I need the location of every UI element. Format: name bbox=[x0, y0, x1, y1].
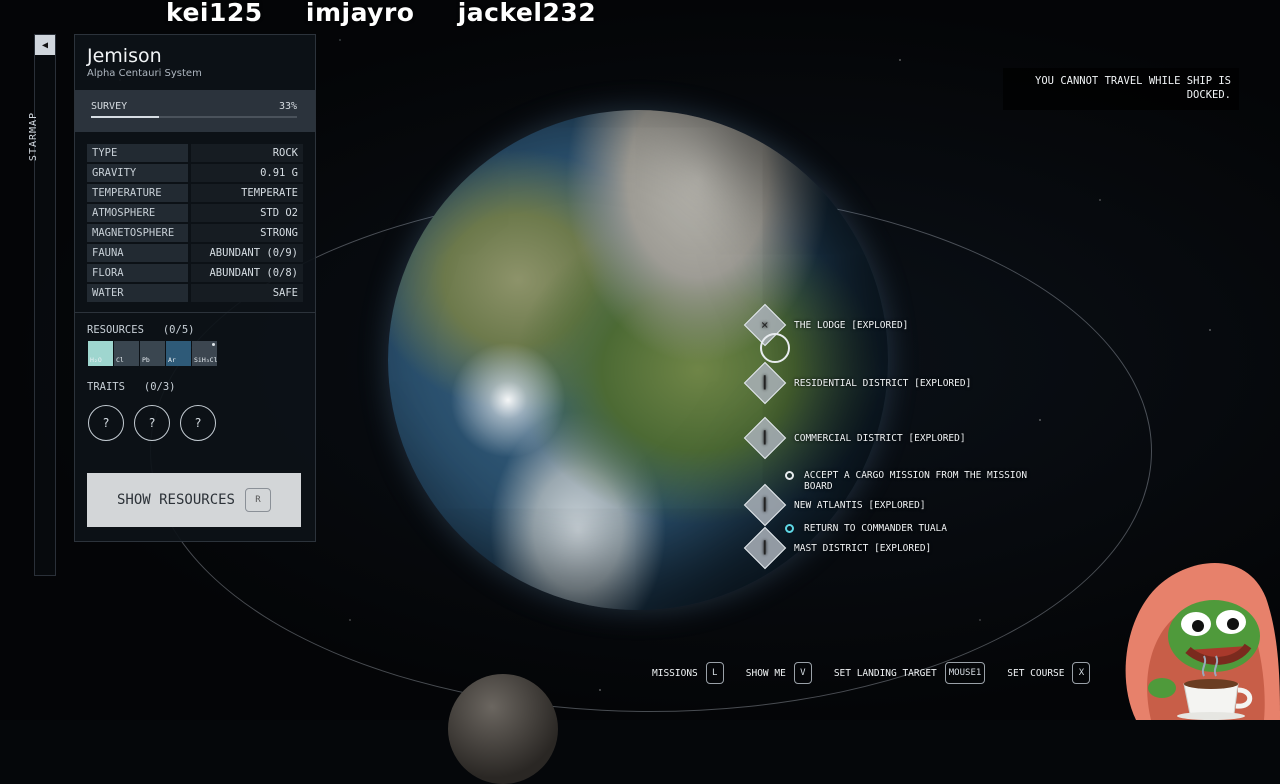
survey-track bbox=[91, 116, 297, 118]
marker-glyph: ✕ bbox=[761, 317, 769, 332]
stat-row: WATER SAFE bbox=[87, 284, 303, 302]
marker-glyph: ┃ bbox=[761, 430, 769, 445]
planet-stats-table: TYPE ROCK GRAVITY 0.91 G TEMPERATURE TEMPER… bbox=[87, 144, 303, 302]
marker-dot-icon bbox=[212, 343, 215, 346]
divider bbox=[75, 312, 315, 313]
chat-name: imjayro bbox=[305, 0, 415, 27]
resource-symbol: H₂O bbox=[90, 356, 102, 364]
trait-unknown[interactable]: ? bbox=[88, 405, 124, 441]
location-label: RESIDENTIAL DISTRICT [EXPLORED] bbox=[794, 377, 972, 389]
control-hints: MISSIONS L SHOW ME V SET LANDING TARGET … bbox=[652, 662, 1091, 684]
marker-glyph: ┃ bbox=[761, 540, 769, 555]
control-label: SET LANDING TARGET bbox=[833, 667, 937, 679]
mission-marker[interactable]: RETURN TO COMMANDER TUALA bbox=[785, 523, 1054, 534]
stat-value: ROCK bbox=[191, 144, 303, 162]
stat-row: MAGNETOSPHERE STRONG bbox=[87, 224, 303, 242]
starmap-label: STARMAP bbox=[28, 111, 40, 162]
resource-list: H₂O Cl Pb Ar SiH₃Cl bbox=[88, 341, 315, 366]
resource-symbol: SiH₃Cl bbox=[194, 356, 218, 364]
stat-row: GRAVITY 0.91 G bbox=[87, 164, 303, 182]
stat-value: ABUNDANT (0/9) bbox=[191, 244, 303, 262]
location-label: NEW ATLANTIS [EXPLORED] bbox=[794, 499, 926, 511]
location-marker[interactable]: ┃ MAST DISTRICT [EXPLORED] bbox=[743, 526, 932, 570]
district-marker-icon: ┃ bbox=[743, 526, 787, 570]
stat-key: FAUNA bbox=[87, 244, 188, 262]
stat-key: MAGNETOSPHERE bbox=[87, 224, 188, 242]
location-label: COMMERCIAL DISTRICT [EXPLORED] bbox=[794, 432, 966, 444]
survey-label: SURVEY bbox=[91, 101, 128, 112]
show-me-keybind[interactable]: V bbox=[793, 662, 812, 684]
stat-key: ATMOSPHERE bbox=[87, 204, 188, 222]
resource-symbol: Cl bbox=[116, 356, 124, 364]
stat-key: WATER bbox=[87, 284, 188, 302]
location-label: MAST DISTRICT [EXPLORED] bbox=[794, 542, 932, 554]
resource-symbol: Pb bbox=[142, 356, 150, 364]
docked-warning: YOU CANNOT TRAVEL WHILE SHIP IS DOCKED. bbox=[1003, 68, 1239, 110]
location-marker[interactable]: ┃ RESIDENTIAL DISTRICT [EXPLORED] bbox=[743, 361, 972, 405]
stat-value: STRONG bbox=[191, 224, 303, 242]
planet-name: Jemison bbox=[87, 45, 162, 67]
stat-key: GRAVITY bbox=[87, 164, 188, 182]
location-marker[interactable]: ┃ NEW ATLANTIS [EXPLORED] bbox=[743, 483, 926, 527]
survey-percent: 33% bbox=[278, 101, 297, 112]
resource-tile[interactable]: Cl bbox=[114, 341, 139, 366]
planet-info-panel: Jemison Alpha Centauri System SURVEY 33%… bbox=[74, 34, 316, 542]
mission-label: ACCEPT A CARGO MISSION FROM THE MISSION … bbox=[804, 470, 1028, 492]
mission-icon bbox=[785, 471, 794, 480]
chat-name: kei125 bbox=[166, 0, 263, 27]
stat-key: TYPE bbox=[87, 144, 188, 162]
traits-header: TRAITS (0/3) bbox=[87, 381, 176, 393]
stat-key: TEMPERATURE bbox=[87, 184, 188, 202]
resource-tile[interactable]: SiH₃Cl bbox=[192, 341, 217, 366]
marker-glyph: ┃ bbox=[761, 497, 769, 512]
show-resources-button[interactable]: SHOW RESOURCES R bbox=[87, 473, 301, 527]
landing-target-keybind[interactable]: MOUSE1 bbox=[944, 662, 986, 684]
moon[interactable] bbox=[448, 674, 558, 784]
district-marker-icon: ┃ bbox=[743, 416, 787, 460]
trait-unknown[interactable]: ? bbox=[180, 405, 216, 441]
survey-progress: SURVEY 33% bbox=[75, 90, 315, 132]
system-name: Alpha Centauri System bbox=[87, 68, 202, 79]
control-label: SET COURSE bbox=[1007, 667, 1065, 679]
control-label: SHOW ME bbox=[745, 667, 786, 679]
resource-tile[interactable]: Pb bbox=[140, 341, 165, 366]
chat-name: jackel232 bbox=[457, 0, 597, 27]
collapse-arrow-icon[interactable]: ◀ bbox=[35, 35, 55, 55]
stat-value: TEMPERATE bbox=[191, 184, 303, 202]
mission-label: RETURN TO COMMANDER TUALA bbox=[804, 523, 947, 534]
city-marker-icon: ┃ bbox=[743, 483, 787, 527]
show-resources-label: SHOW RESOURCES bbox=[116, 492, 235, 508]
marker-glyph: ┃ bbox=[761, 375, 769, 390]
pepe-emote-overlay bbox=[1125, 563, 1280, 720]
set-course-keybind[interactable]: X bbox=[1072, 662, 1091, 684]
missions-keybind[interactable]: L bbox=[705, 662, 724, 684]
stat-row: ATMOSPHERE STD O2 bbox=[87, 204, 303, 222]
stat-row: FAUNA ABUNDANT (0/9) bbox=[87, 244, 303, 262]
location-marker[interactable]: ┃ COMMERCIAL DISTRICT [EXPLORED] bbox=[743, 416, 966, 460]
stream-chat-names: kei125 imjayro jackel232 bbox=[166, 0, 630, 27]
stat-value: SAFE bbox=[191, 284, 303, 302]
stat-key: FLORA bbox=[87, 264, 188, 282]
resources-header: RESOURCES (0/5) bbox=[87, 324, 195, 336]
mission-icon bbox=[785, 524, 794, 533]
stat-row: TYPE ROCK bbox=[87, 144, 303, 162]
stat-row: FLORA ABUNDANT (0/8) bbox=[87, 264, 303, 282]
survey-fill bbox=[91, 116, 159, 118]
location-label: THE LODGE [EXPLORED] bbox=[794, 319, 909, 331]
stat-value: ABUNDANT (0/8) bbox=[191, 264, 303, 282]
trait-unknown[interactable]: ? bbox=[134, 405, 170, 441]
district-marker-icon: ┃ bbox=[743, 361, 787, 405]
stat-row: TEMPERATURE TEMPERATE bbox=[87, 184, 303, 202]
stat-value: STD O2 bbox=[191, 204, 303, 222]
resource-symbol: Ar bbox=[168, 356, 176, 364]
resource-tile[interactable]: H₂O bbox=[88, 341, 113, 366]
stat-value: 0.91 G bbox=[191, 164, 303, 182]
trait-list: ? ? ? bbox=[88, 405, 315, 441]
starmap-tab[interactable]: ◀ STARMAP bbox=[28, 34, 56, 576]
control-label: MISSIONS bbox=[652, 667, 698, 679]
mission-marker[interactable]: ACCEPT A CARGO MISSION FROM THE MISSION … bbox=[785, 470, 1054, 492]
keybind-r: R bbox=[245, 488, 271, 512]
resource-tile[interactable]: Ar bbox=[166, 341, 191, 366]
cursor-reticle-icon bbox=[760, 333, 790, 363]
